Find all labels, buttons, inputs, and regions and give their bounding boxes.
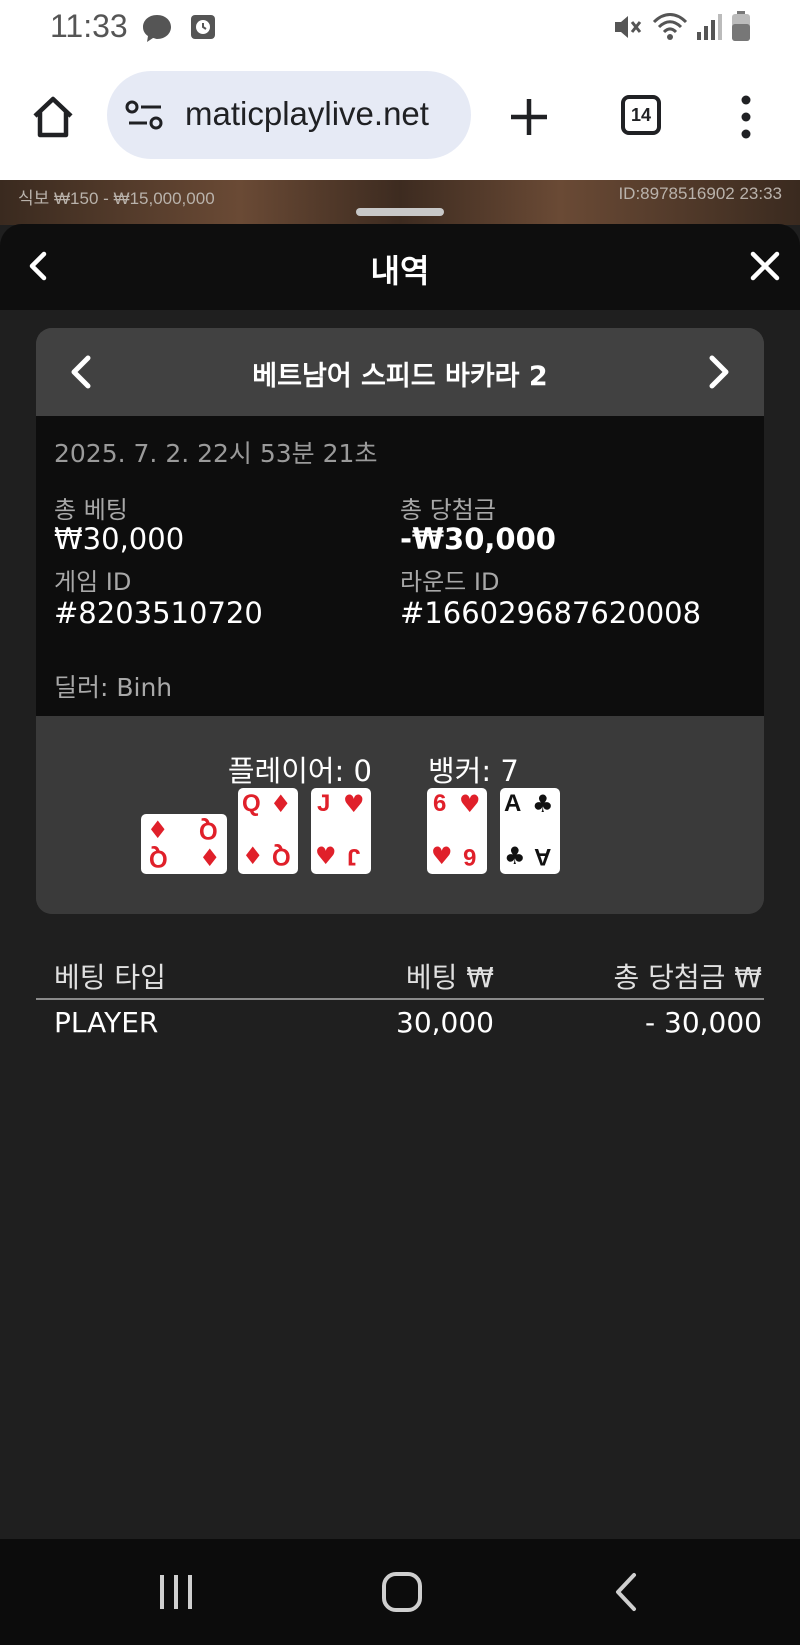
bet-type-cell: PLAYER bbox=[54, 1006, 159, 1039]
address-bar[interactable]: maticplaylive.net bbox=[107, 71, 471, 159]
hands-result: 플레이어: 0 뱅커: 7 ♦ Q Q ♦ Q ♦ ♦ Q J ♥ ♥ J 6 … bbox=[36, 716, 764, 914]
mute-icon bbox=[615, 16, 642, 38]
system-nav-bar bbox=[0, 1539, 800, 1645]
bet-table-header: 베팅 타입 베팅 ₩ 총 당첨금 ₩ bbox=[36, 950, 764, 1000]
win-amount-cell: - 30,000 bbox=[645, 1006, 762, 1039]
browser-toolbar: maticplaylive.net 14 bbox=[0, 56, 800, 180]
bet-amount-cell: 30,000 bbox=[396, 1006, 494, 1039]
more-icon[interactable] bbox=[736, 94, 756, 140]
card-suit: ♣ bbox=[532, 790, 554, 818]
card-rank: A bbox=[504, 790, 522, 817]
card-suit: ♦ bbox=[147, 816, 169, 844]
total-bet-label: 총 베팅 bbox=[54, 496, 128, 524]
home-icon[interactable] bbox=[30, 94, 76, 140]
drag-handle[interactable] bbox=[356, 208, 444, 216]
card-suit: ♥ bbox=[459, 790, 481, 818]
card-rank: A bbox=[534, 843, 552, 870]
wifi-icon bbox=[652, 13, 688, 40]
dealer-name: 딜러: Binh bbox=[54, 673, 173, 702]
home-button-icon[interactable] bbox=[380, 1569, 424, 1615]
card-suit: ♥ bbox=[431, 842, 453, 870]
total-win-value: -₩30,000 bbox=[400, 522, 556, 556]
win-amount-header: 총 당첨금 ₩ bbox=[613, 961, 762, 994]
back-icon[interactable] bbox=[608, 1569, 642, 1615]
card-suit: ♦ bbox=[199, 844, 221, 872]
game-name: 베트남어 스피드 바카라 2 bbox=[252, 361, 548, 392]
signal-icon bbox=[697, 14, 722, 40]
card-rank: 6 bbox=[433, 790, 447, 817]
battery-icon bbox=[732, 11, 750, 41]
card-suit: ♦ bbox=[270, 790, 292, 818]
alarm-icon bbox=[191, 15, 215, 39]
round-id-label: 라운드 ID bbox=[400, 568, 500, 596]
recent-apps-icon[interactable] bbox=[156, 1569, 196, 1615]
status-time: 11:33 bbox=[50, 8, 128, 44]
record-datetime: 2025. 7. 2. 22시 53분 21초 bbox=[54, 439, 378, 468]
card-suit: ♣ bbox=[504, 842, 526, 870]
card-rank: Q bbox=[199, 817, 218, 844]
playing-card: ♦ Q Q ♦ bbox=[141, 814, 227, 874]
playing-card: A ♣ ♣ A bbox=[500, 788, 560, 874]
card-rank: Q bbox=[272, 843, 291, 870]
game-id-time: ID:8978516902 23:33 bbox=[618, 184, 782, 203]
bet-limits: 식보 ₩150 - ₩15,000,000 bbox=[18, 189, 215, 208]
panel-title: 내역 bbox=[370, 252, 430, 290]
total-win-label: 총 당첨금 bbox=[400, 496, 496, 524]
card-rank: J bbox=[317, 790, 331, 817]
record-navigator: 베트남어 스피드 바카라 2 bbox=[36, 328, 764, 416]
player-score: 플레이어: 0 bbox=[227, 754, 372, 788]
messenger-icon bbox=[143, 15, 171, 42]
close-icon[interactable] bbox=[745, 246, 785, 286]
next-record-icon[interactable] bbox=[698, 352, 738, 392]
site-settings-icon[interactable] bbox=[125, 99, 165, 133]
history-panel: 내역 베트남어 스피드 바카라 2 2025. 7. 2. 22시 53분 21… bbox=[0, 224, 800, 1539]
playing-card: J ♥ ♥ J bbox=[311, 788, 371, 874]
card-rank: Q bbox=[149, 845, 168, 872]
banker-score: 뱅커: 7 bbox=[428, 754, 519, 788]
game-id-label: 게임 ID bbox=[54, 568, 132, 596]
round-id-value: #166029687620008 bbox=[400, 596, 702, 630]
url-text[interactable]: maticplaylive.net bbox=[185, 95, 455, 133]
record-info: 2025. 7. 2. 22시 53분 21초 총 베팅 ₩30,000 총 당… bbox=[36, 416, 764, 716]
game-background: 식보 ₩150 - ₩15,000,000 ID:8978516902 23:3… bbox=[0, 180, 800, 225]
card-suit: ♦ bbox=[242, 842, 264, 870]
new-tab-icon[interactable] bbox=[508, 96, 550, 138]
card-rank: Q bbox=[242, 790, 261, 817]
total-bet-value: ₩30,000 bbox=[54, 522, 185, 556]
round-record-card: 베트남어 스피드 바카라 2 2025. 7. 2. 22시 53분 21초 총… bbox=[36, 328, 764, 914]
bet-amount-header: 베팅 ₩ bbox=[405, 961, 494, 994]
card-rank: 6 bbox=[463, 843, 477, 870]
card-suit: ♥ bbox=[343, 790, 365, 818]
panel-header: 내역 bbox=[0, 224, 800, 310]
playing-card: Q ♦ ♦ Q bbox=[238, 788, 298, 874]
game-id-value: #8203510720 bbox=[54, 596, 263, 630]
playing-card: 6 ♥ ♥ 6 bbox=[427, 788, 487, 874]
table-row: PLAYER 30,000 - 30,000 bbox=[36, 1000, 764, 1050]
bet-type-header: 베팅 타입 bbox=[54, 961, 166, 994]
card-suit: ♥ bbox=[315, 842, 337, 870]
status-bar: 11:33 bbox=[0, 0, 800, 56]
card-rank: J bbox=[347, 843, 361, 870]
tabs-icon[interactable]: 14 bbox=[621, 95, 661, 135]
